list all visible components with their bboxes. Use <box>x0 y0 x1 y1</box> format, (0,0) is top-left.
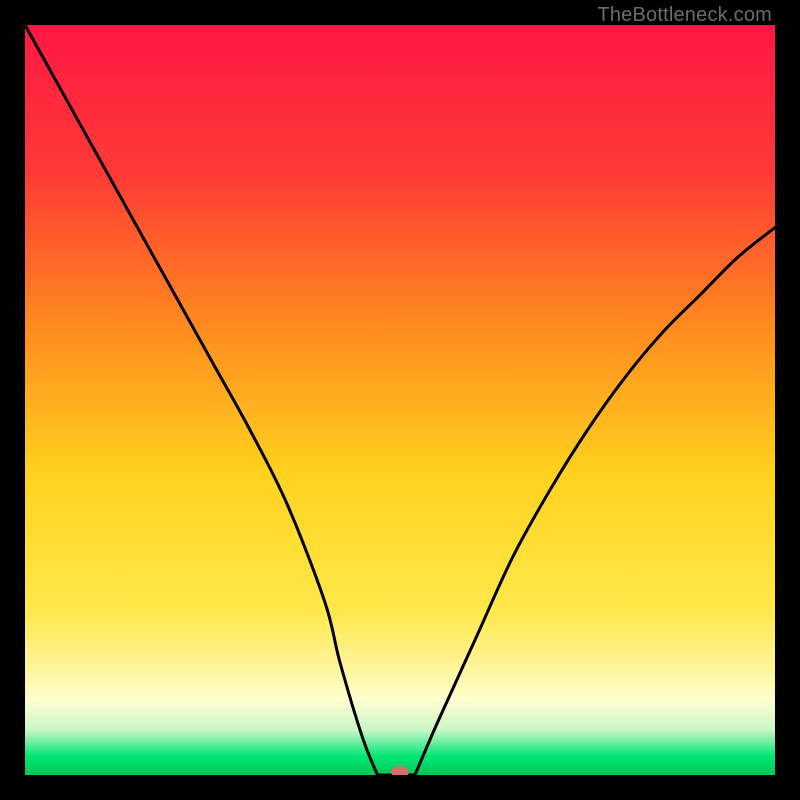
curve-layer <box>25 25 775 775</box>
plot-area <box>25 25 775 775</box>
chart-container: TheBottleneck.com <box>0 0 800 800</box>
bottleneck-curve <box>25 25 775 775</box>
optimal-marker <box>391 766 409 775</box>
watermark-text: TheBottleneck.com <box>597 4 772 27</box>
